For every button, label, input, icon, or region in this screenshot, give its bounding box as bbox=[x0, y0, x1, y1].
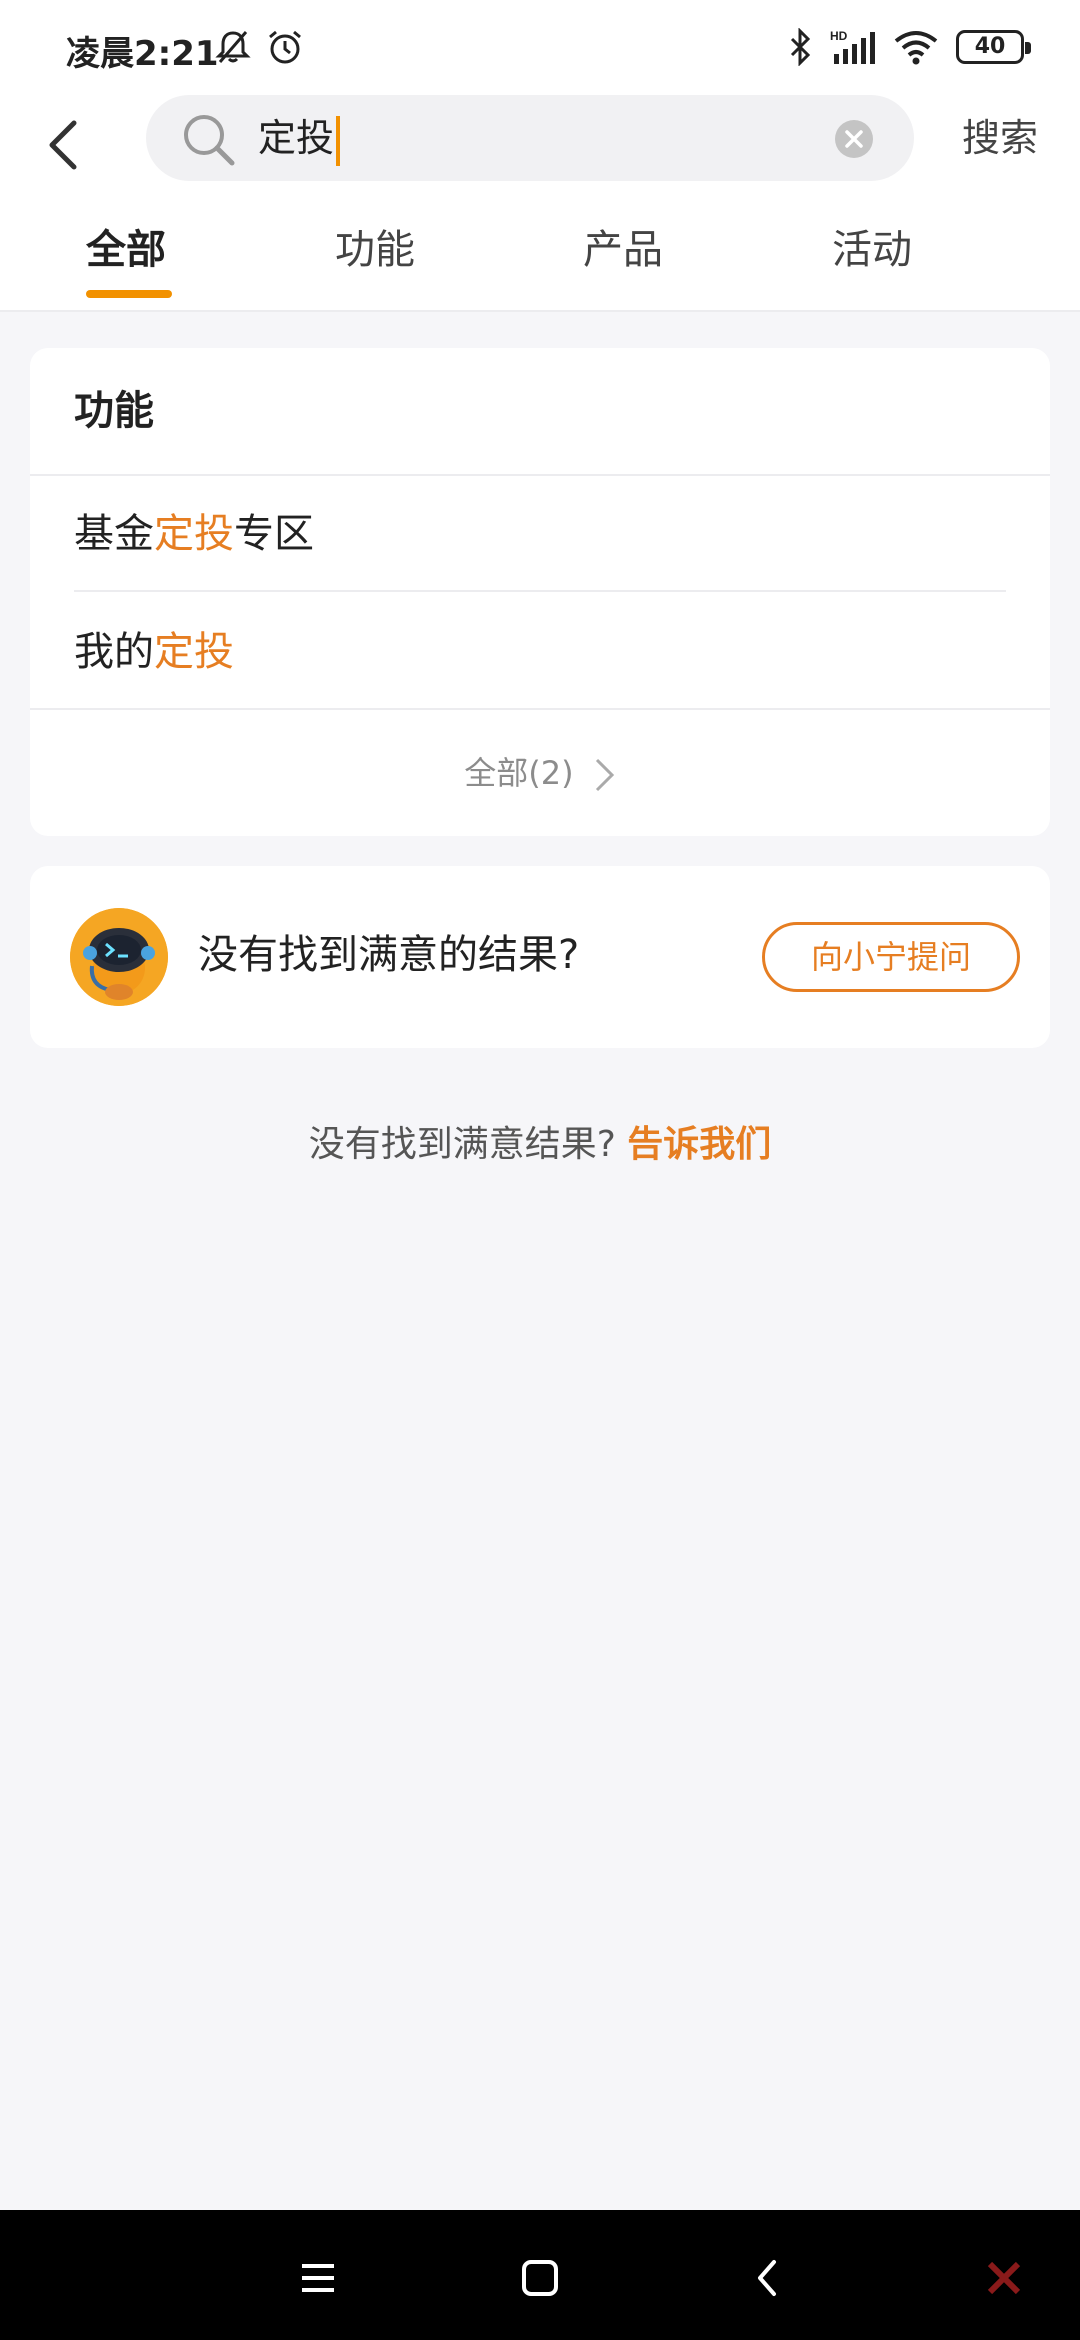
signal-icon: HD bbox=[830, 29, 875, 64]
tab-all[interactable]: 全部 bbox=[86, 225, 166, 275]
result-text-prefix: 基金 bbox=[74, 511, 154, 557]
feedback-text: 没有找到满意结果? bbox=[308, 1124, 616, 1165]
result-text-suffix: 专区 bbox=[234, 511, 314, 557]
result-item-fund-sip-zone[interactable]: 基金定投专区 bbox=[74, 510, 314, 558]
home-icon[interactable] bbox=[512, 2250, 568, 2306]
divider bbox=[30, 708, 1050, 710]
status-bar: 凌晨2:21 HD 40 bbox=[0, 0, 1080, 95]
assistant-avatar bbox=[70, 908, 168, 1006]
search-header: 定投 搜索 bbox=[0, 95, 1080, 195]
ask-assistant-button[interactable]: 向小宁提问 bbox=[762, 922, 1020, 992]
tab-functions[interactable]: 功能 bbox=[335, 225, 415, 275]
section-title: 功能 bbox=[74, 388, 154, 434]
menu-icon[interactable] bbox=[290, 2250, 346, 2306]
result-text-highlight: 定投 bbox=[154, 629, 234, 675]
result-item-my-sip[interactable]: 我的定投 bbox=[74, 628, 234, 676]
divider bbox=[30, 474, 1050, 476]
feedback-line: 没有找到满意结果? 告诉我们 bbox=[0, 1120, 1080, 1170]
feedback-link[interactable]: 告诉我们 bbox=[627, 1124, 771, 1165]
view-all-label: 全部(2) bbox=[464, 754, 574, 792]
search-query-text: 定投 bbox=[258, 116, 335, 160]
robot-icon bbox=[70, 908, 168, 1006]
view-all-link[interactable]: 全部(2) bbox=[30, 752, 1050, 794]
watermark-icon bbox=[987, 2261, 1021, 2295]
text-caret bbox=[336, 115, 341, 166]
back-icon bbox=[49, 120, 77, 170]
result-text-highlight: 定投 bbox=[154, 511, 234, 557]
active-tab-indicator bbox=[86, 290, 172, 298]
search-button[interactable]: 搜索 bbox=[962, 113, 1038, 163]
bell-off-icon bbox=[215, 31, 251, 63]
result-tabs: 全部 功能 产品 活动 bbox=[0, 195, 1080, 312]
battery-indicator: 40 bbox=[956, 30, 1031, 64]
wifi-icon bbox=[894, 31, 938, 65]
tab-products[interactable]: 产品 bbox=[583, 225, 663, 275]
result-text-prefix: 我的 bbox=[74, 629, 154, 675]
status-icons-left bbox=[214, 28, 304, 66]
chevron-right-icon bbox=[595, 758, 614, 792]
tab-activities[interactable]: 活动 bbox=[832, 225, 912, 275]
back-button[interactable] bbox=[36, 109, 96, 181]
ask-assistant-card: 没有找到满意的结果? 向小宁提问 bbox=[30, 866, 1050, 1048]
search-query: 定投 bbox=[258, 115, 341, 166]
system-nav-bar bbox=[0, 2210, 1080, 2340]
nav-back-icon[interactable] bbox=[740, 2250, 796, 2306]
function-results-card: 功能 基金定投专区 我的定投 全部(2) bbox=[30, 348, 1050, 836]
search-input[interactable]: 定投 bbox=[146, 95, 914, 181]
ask-prompt-text: 没有找到满意的结果? bbox=[198, 932, 580, 978]
network-label: HD bbox=[830, 29, 848, 43]
divider bbox=[74, 590, 1006, 592]
alarm-icon bbox=[269, 30, 301, 64]
search-icon bbox=[184, 115, 235, 166]
bluetooth-icon bbox=[790, 28, 811, 66]
status-time: 凌晨2:21 bbox=[66, 34, 219, 74]
clear-icon[interactable] bbox=[834, 119, 874, 159]
status-icons-right: HD 40 bbox=[788, 28, 1031, 66]
